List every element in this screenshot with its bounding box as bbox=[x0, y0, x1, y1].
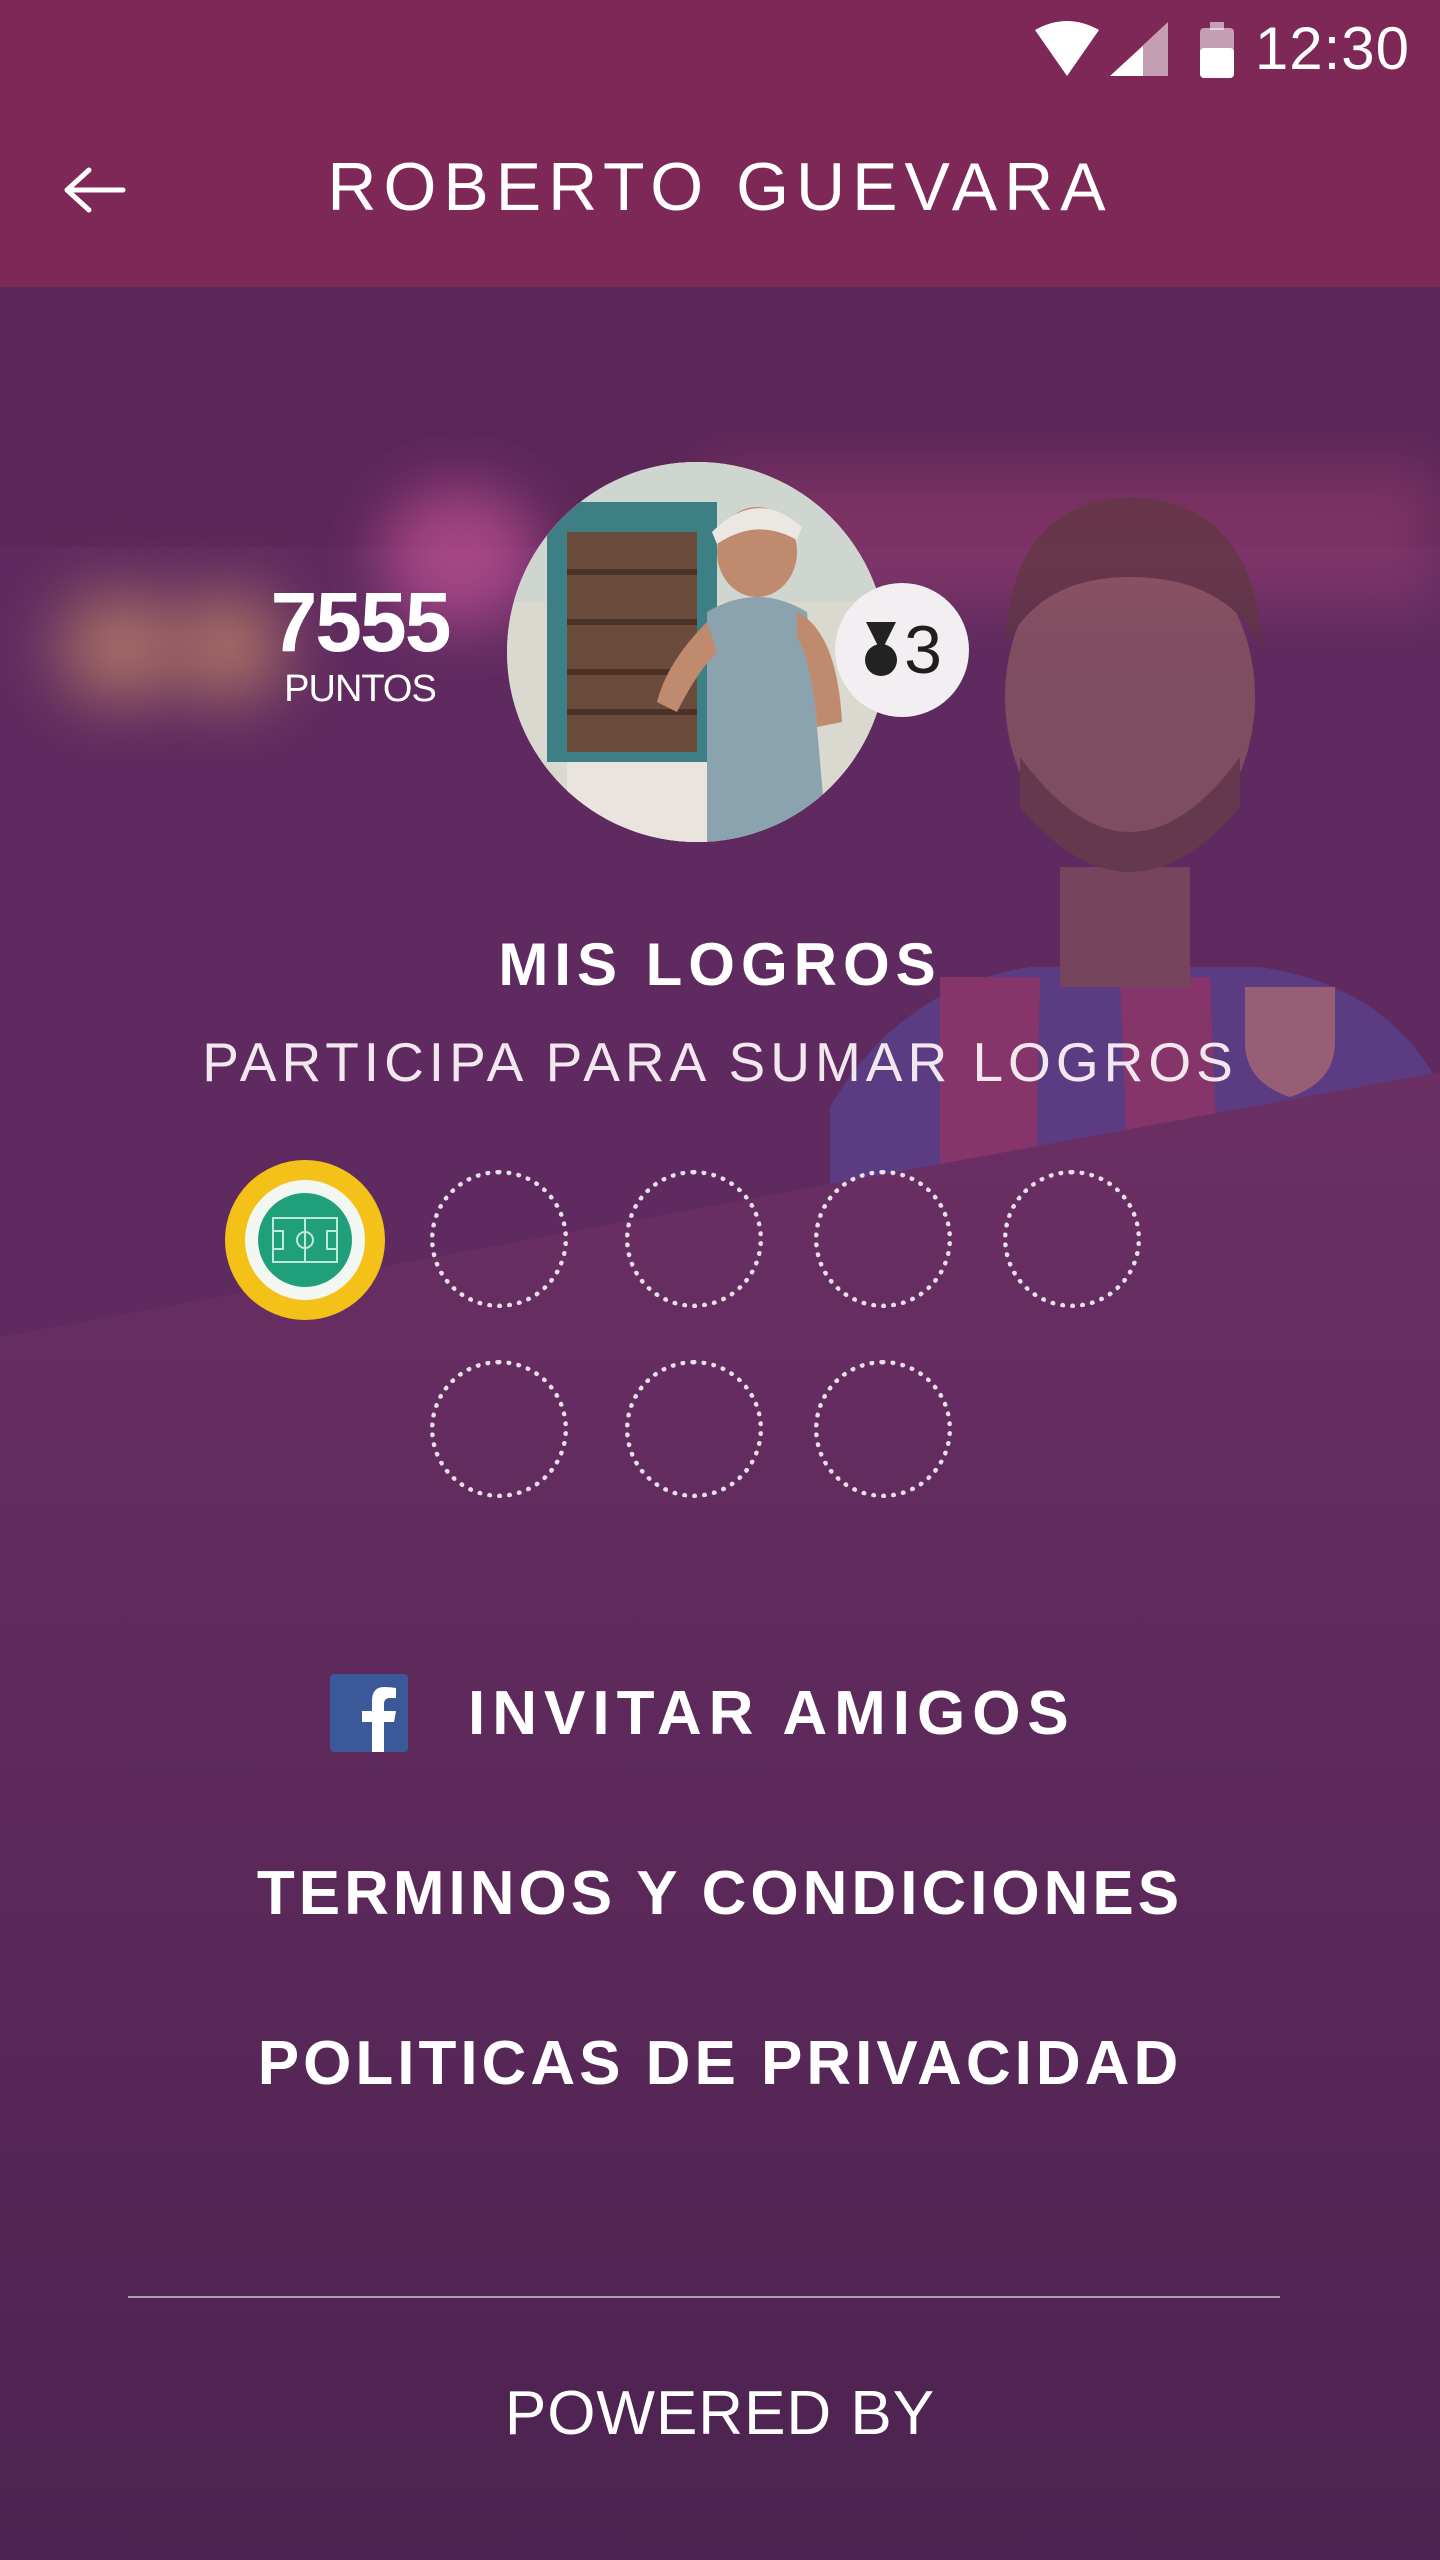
invite-friends-label: INVITAR AMIGOS bbox=[468, 1678, 1076, 1748]
signal-icon bbox=[1110, 22, 1168, 76]
achievement-slot[interactable] bbox=[430, 1360, 568, 1498]
page-title: ROBERTO GUEVARA bbox=[327, 149, 1113, 225]
wifi-icon bbox=[1035, 21, 1099, 76]
level-number: 3 bbox=[904, 612, 942, 688]
soccer-field-icon bbox=[245, 1180, 365, 1300]
medal-icon bbox=[865, 622, 898, 676]
terms-link[interactable]: TERMINOS Y CONDICIONES bbox=[0, 1858, 1440, 1929]
app-bar: ROBERTO GUEVARA bbox=[0, 100, 1440, 287]
achievement-badge-earned[interactable] bbox=[225, 1160, 385, 1320]
avatar[interactable] bbox=[507, 462, 887, 842]
points-label: PUNTOS bbox=[284, 668, 437, 710]
achievement-slot[interactable] bbox=[814, 1170, 952, 1308]
points-value: 7555 bbox=[270, 575, 452, 669]
points-block: 7555 PUNTOS bbox=[250, 580, 470, 711]
footer-divider bbox=[128, 2296, 1280, 2298]
status-time: 12:30 bbox=[1254, 15, 1410, 82]
battery-icon bbox=[1200, 22, 1234, 78]
achievement-slot[interactable] bbox=[430, 1170, 568, 1308]
achievement-slot[interactable] bbox=[625, 1170, 763, 1308]
level-badge: 3 bbox=[835, 583, 969, 717]
avatar-photo bbox=[507, 462, 887, 842]
achievement-slot[interactable] bbox=[814, 1360, 952, 1498]
invite-friends-button[interactable]: INVITAR AMIGOS bbox=[330, 1673, 1076, 1753]
achievement-slot[interactable] bbox=[1003, 1170, 1141, 1308]
privacy-link[interactable]: POLITICAS DE PRIVACIDAD bbox=[0, 2028, 1440, 2099]
facebook-icon bbox=[330, 1674, 408, 1752]
powered-by-label: POWERED BY bbox=[504, 2379, 936, 2448]
status-bar: 12:30 bbox=[0, 0, 1440, 100]
achievements-title: MIS LOGROS bbox=[498, 931, 942, 998]
achievement-slot[interactable] bbox=[625, 1360, 763, 1498]
achievements-subtitle: PARTICIPA PARA SUMAR LOGROS bbox=[202, 1031, 1238, 1093]
status-icons bbox=[1035, 21, 1234, 78]
